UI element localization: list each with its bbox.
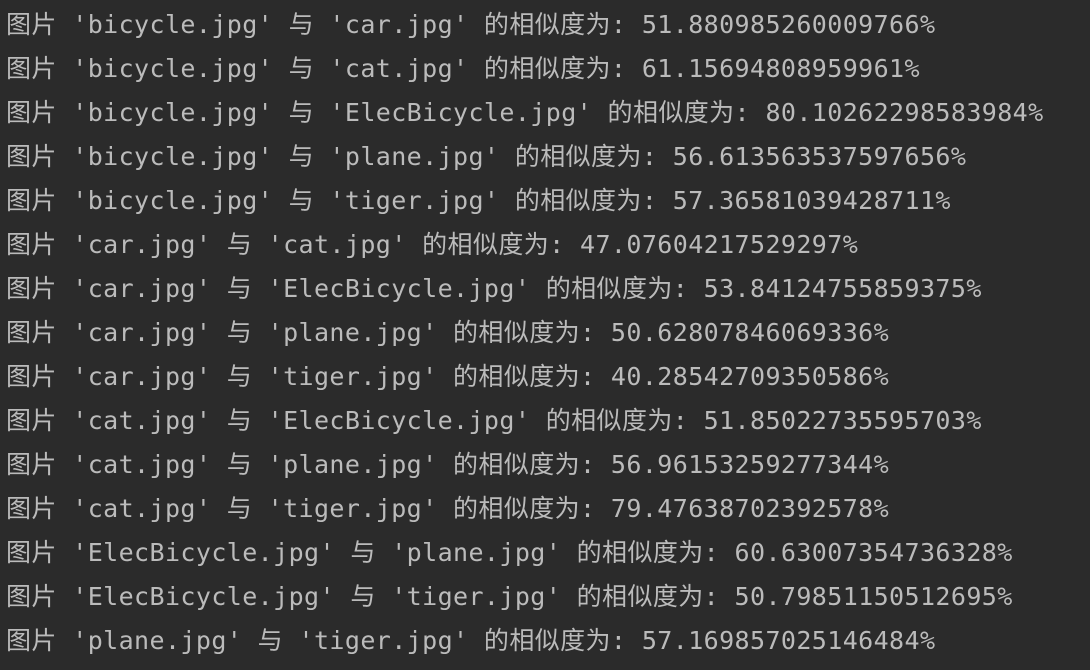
output-line-text: 图片 'car.jpg' 与 'plane.jpg' 的相似度为: 50.628…	[6, 318, 890, 347]
output-line: 图片 'car.jpg' 与 'tiger.jpg' 的相似度为: 40.285…	[6, 355, 1090, 399]
output-line: 图片 'cat.jpg' 与 'ElecBicycle.jpg' 的相似度为: …	[6, 399, 1090, 443]
output-line: 图片 'bicycle.jpg' 与 'car.jpg' 的相似度为: 51.8…	[6, 3, 1090, 47]
output-line: 图片 'bicycle.jpg' 与 'cat.jpg' 的相似度为: 61.1…	[6, 47, 1090, 91]
output-line: 图片 'plane.jpg' 与 'tiger.jpg' 的相似度为: 57.1…	[6, 619, 1090, 663]
output-line: 图片 'bicycle.jpg' 与 'plane.jpg' 的相似度为: 56…	[6, 135, 1090, 179]
output-line-text: 图片 'cat.jpg' 与 'plane.jpg' 的相似度为: 56.961…	[6, 450, 890, 479]
output-line: 图片 'car.jpg' 与 'ElecBicycle.jpg' 的相似度为: …	[6, 267, 1090, 311]
output-line-text: 图片 'bicycle.jpg' 与 'cat.jpg' 的相似度为: 61.1…	[6, 54, 920, 83]
output-line-text: 图片 'bicycle.jpg' 与 'tiger.jpg' 的相似度为: 57…	[6, 186, 951, 215]
output-line-text: 图片 'bicycle.jpg' 与 'ElecBicycle.jpg' 的相似…	[6, 98, 1044, 127]
output-line-text: 图片 'ElecBicycle.jpg' 与 'plane.jpg' 的相似度为…	[6, 538, 1013, 567]
output-line-text: 图片 'car.jpg' 与 'ElecBicycle.jpg' 的相似度为: …	[6, 274, 982, 303]
output-line: 图片 'bicycle.jpg' 与 'tiger.jpg' 的相似度为: 57…	[6, 179, 1090, 223]
output-line-text: 图片 'cat.jpg' 与 'tiger.jpg' 的相似度为: 79.476…	[6, 494, 890, 523]
output-line-text: 图片 'cat.jpg' 与 'ElecBicycle.jpg' 的相似度为: …	[6, 406, 982, 435]
output-line-text: 图片 'bicycle.jpg' 与 'car.jpg' 的相似度为: 51.8…	[6, 10, 936, 39]
output-line-text: 图片 'car.jpg' 与 'tiger.jpg' 的相似度为: 40.285…	[6, 362, 890, 391]
output-line: 图片 'cat.jpg' 与 'tiger.jpg' 的相似度为: 79.476…	[6, 487, 1090, 531]
output-line: 图片 'ElecBicycle.jpg' 与 'tiger.jpg' 的相似度为…	[6, 575, 1090, 619]
output-line-text: 图片 'plane.jpg' 与 'tiger.jpg' 的相似度为: 57.1…	[6, 626, 936, 655]
output-line: 图片 'cat.jpg' 与 'plane.jpg' 的相似度为: 56.961…	[6, 443, 1090, 487]
output-line: 图片 'car.jpg' 与 'plane.jpg' 的相似度为: 50.628…	[6, 311, 1090, 355]
output-line-text: 图片 'bicycle.jpg' 与 'plane.jpg' 的相似度为: 56…	[6, 142, 967, 171]
output-line: 图片 'ElecBicycle.jpg' 与 'plane.jpg' 的相似度为…	[6, 531, 1090, 575]
output-line: 图片 'bicycle.jpg' 与 'ElecBicycle.jpg' 的相似…	[6, 91, 1090, 135]
output-line-text: 图片 'car.jpg' 与 'cat.jpg' 的相似度为: 47.07604…	[6, 230, 859, 259]
output-line-text: 图片 'ElecBicycle.jpg' 与 'tiger.jpg' 的相似度为…	[6, 582, 1013, 611]
output-line: 图片 'car.jpg' 与 'cat.jpg' 的相似度为: 47.07604…	[6, 223, 1090, 267]
console-output: 图片 'bicycle.jpg' 与 'car.jpg' 的相似度为: 51.8…	[0, 0, 1090, 670]
